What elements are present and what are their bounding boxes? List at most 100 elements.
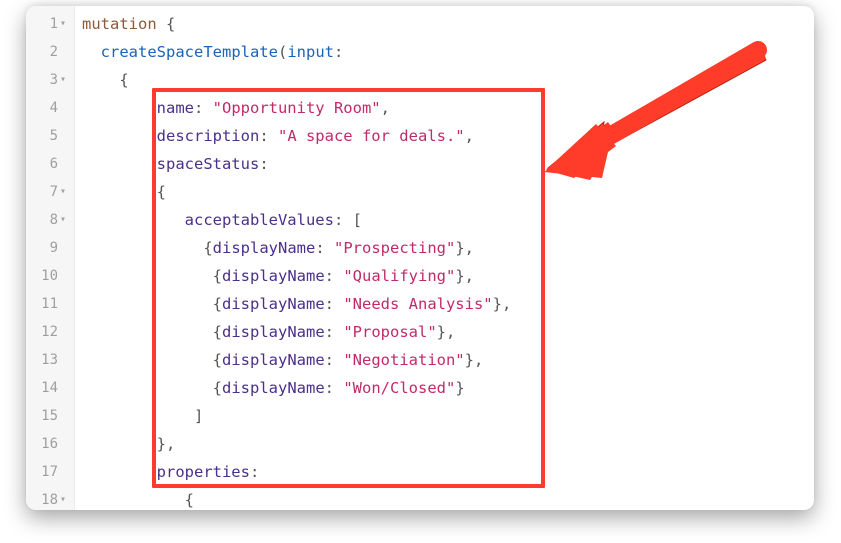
line-content: {	[82, 486, 194, 510]
code-line[interactable]: 3▾ {	[26, 66, 814, 94]
code-line[interactable]: 7▾ {	[26, 178, 814, 206]
token-pun: :	[325, 351, 344, 369]
code-line[interactable]: 9 {displayName: "Prospecting"},	[26, 234, 814, 262]
fold-toggle-icon[interactable]: ▾	[60, 10, 66, 38]
line-content: ]	[82, 402, 203, 430]
line-content: acceptableValues: [	[82, 206, 362, 234]
token-pun: {	[119, 71, 128, 89]
token-pun: {	[157, 183, 166, 201]
token-attr: spaceStatus	[157, 155, 260, 173]
token-pun: ]	[194, 407, 203, 425]
token-attr: properties	[157, 463, 250, 481]
code-line[interactable]: 16 },	[26, 430, 814, 458]
code-line[interactable]: 5 description: "A space for deals.",	[26, 122, 814, 150]
token-pun: :	[325, 267, 344, 285]
line-content: {displayName: "Prospecting"},	[82, 234, 474, 262]
token-pun: :	[259, 155, 268, 173]
token-kw: mutation	[82, 15, 157, 33]
token-attr: acceptableValues	[185, 211, 334, 229]
token-str: "Opportunity Room"	[213, 99, 381, 117]
line-content: properties:	[82, 458, 259, 486]
line-content: {displayName: "Needs Analysis"},	[82, 290, 511, 318]
code-line[interactable]: 14 {displayName: "Won/Closed"}	[26, 374, 814, 402]
token-pun: :	[259, 127, 278, 145]
fold-toggle-icon[interactable]: ▾	[60, 486, 66, 510]
token-attr: displayName	[222, 267, 325, 285]
code-line[interactable]: 12 {displayName: "Proposal"},	[26, 318, 814, 346]
code-line[interactable]: 18▾ {	[26, 486, 814, 510]
token-pun: },	[437, 323, 456, 341]
code-line[interactable]: 8▾ acceptableValues: [	[26, 206, 814, 234]
fold-toggle-icon[interactable]: ▾	[60, 178, 66, 206]
token-pun: },	[455, 239, 474, 257]
code-line[interactable]: 15 ]	[26, 402, 814, 430]
line-content: {	[82, 178, 166, 206]
line-number: 2	[26, 38, 58, 66]
line-number: 10	[26, 262, 58, 290]
line-content: spaceStatus:	[82, 150, 269, 178]
token-attr: displayName	[213, 239, 316, 257]
code-line[interactable]: 4 name: "Opportunity Room",	[26, 94, 814, 122]
line-number: 15	[26, 402, 58, 430]
line-number: 7	[26, 178, 58, 206]
line-number: 8	[26, 206, 58, 234]
token-str: "Qualifying"	[343, 267, 455, 285]
token-pun: : [	[334, 211, 362, 229]
line-number: 3	[26, 66, 58, 94]
token-str: "A space for deals."	[278, 127, 465, 145]
fold-toggle-icon[interactable]: ▾	[60, 206, 66, 234]
token-str: "Won/Closed"	[343, 379, 455, 397]
line-number: 9	[26, 234, 58, 262]
token-pun: ,	[381, 99, 390, 117]
line-number: 18	[26, 486, 58, 510]
line-number: 16	[26, 430, 58, 458]
code-line[interactable]: 6 spaceStatus:	[26, 150, 814, 178]
token-pun: },	[465, 351, 484, 369]
line-number: 4	[26, 94, 58, 122]
line-content: {displayName: "Negotiation"},	[82, 346, 483, 374]
line-content: {displayName: "Won/Closed"}	[82, 374, 465, 402]
line-number: 5	[26, 122, 58, 150]
line-number: 12	[26, 318, 58, 346]
line-content: {displayName: "Qualifying"},	[82, 262, 474, 290]
token-str: "Negotiation"	[343, 351, 464, 369]
fold-toggle-icon[interactable]: ▾	[60, 66, 66, 94]
line-content: },	[82, 430, 175, 458]
token-pun: {	[157, 15, 176, 33]
token-pun: (	[278, 43, 287, 61]
token-attr: displayName	[222, 351, 325, 369]
token-pun: :	[325, 379, 344, 397]
code-line[interactable]: 1▾ mutation {	[26, 10, 814, 38]
line-content: name: "Opportunity Room",	[82, 94, 390, 122]
line-content: description: "A space for deals.",	[82, 122, 474, 150]
token-pun: :	[325, 323, 344, 341]
token-str: "Prospecting"	[334, 239, 455, 257]
token-attr: displayName	[222, 379, 325, 397]
line-number: 13	[26, 346, 58, 374]
code-line[interactable]: 10 {displayName: "Qualifying"},	[26, 262, 814, 290]
token-pun: },	[493, 295, 512, 313]
token-pun: :	[325, 295, 344, 313]
line-number: 6	[26, 150, 58, 178]
line-content: createSpaceTemplate(input:	[82, 38, 343, 66]
token-pun: {	[185, 491, 194, 509]
code-line[interactable]: 17 properties:	[26, 458, 814, 486]
token-pun: },	[157, 435, 176, 453]
line-content: mutation {	[82, 10, 175, 38]
token-pun: :	[250, 463, 259, 481]
token-str: "Proposal"	[343, 323, 436, 341]
token-pun: },	[455, 267, 474, 285]
token-pun: {	[203, 239, 212, 257]
token-pun: :	[194, 99, 213, 117]
line-number: 14	[26, 374, 58, 402]
token-fn: input	[287, 43, 334, 61]
line-number: 1	[26, 10, 58, 38]
code-line[interactable]: 11 {displayName: "Needs Analysis"},	[26, 290, 814, 318]
token-pun: {	[213, 323, 222, 341]
editor-frame: 1▾mutation {2 createSpaceTemplate(input:…	[26, 6, 814, 510]
code-line[interactable]: 2 createSpaceTemplate(input:	[26, 38, 814, 66]
line-number: 17	[26, 458, 58, 486]
code-area[interactable]: 1▾mutation {2 createSpaceTemplate(input:…	[26, 6, 814, 510]
token-pun: ,	[465, 127, 474, 145]
code-line[interactable]: 13 {displayName: "Negotiation"},	[26, 346, 814, 374]
